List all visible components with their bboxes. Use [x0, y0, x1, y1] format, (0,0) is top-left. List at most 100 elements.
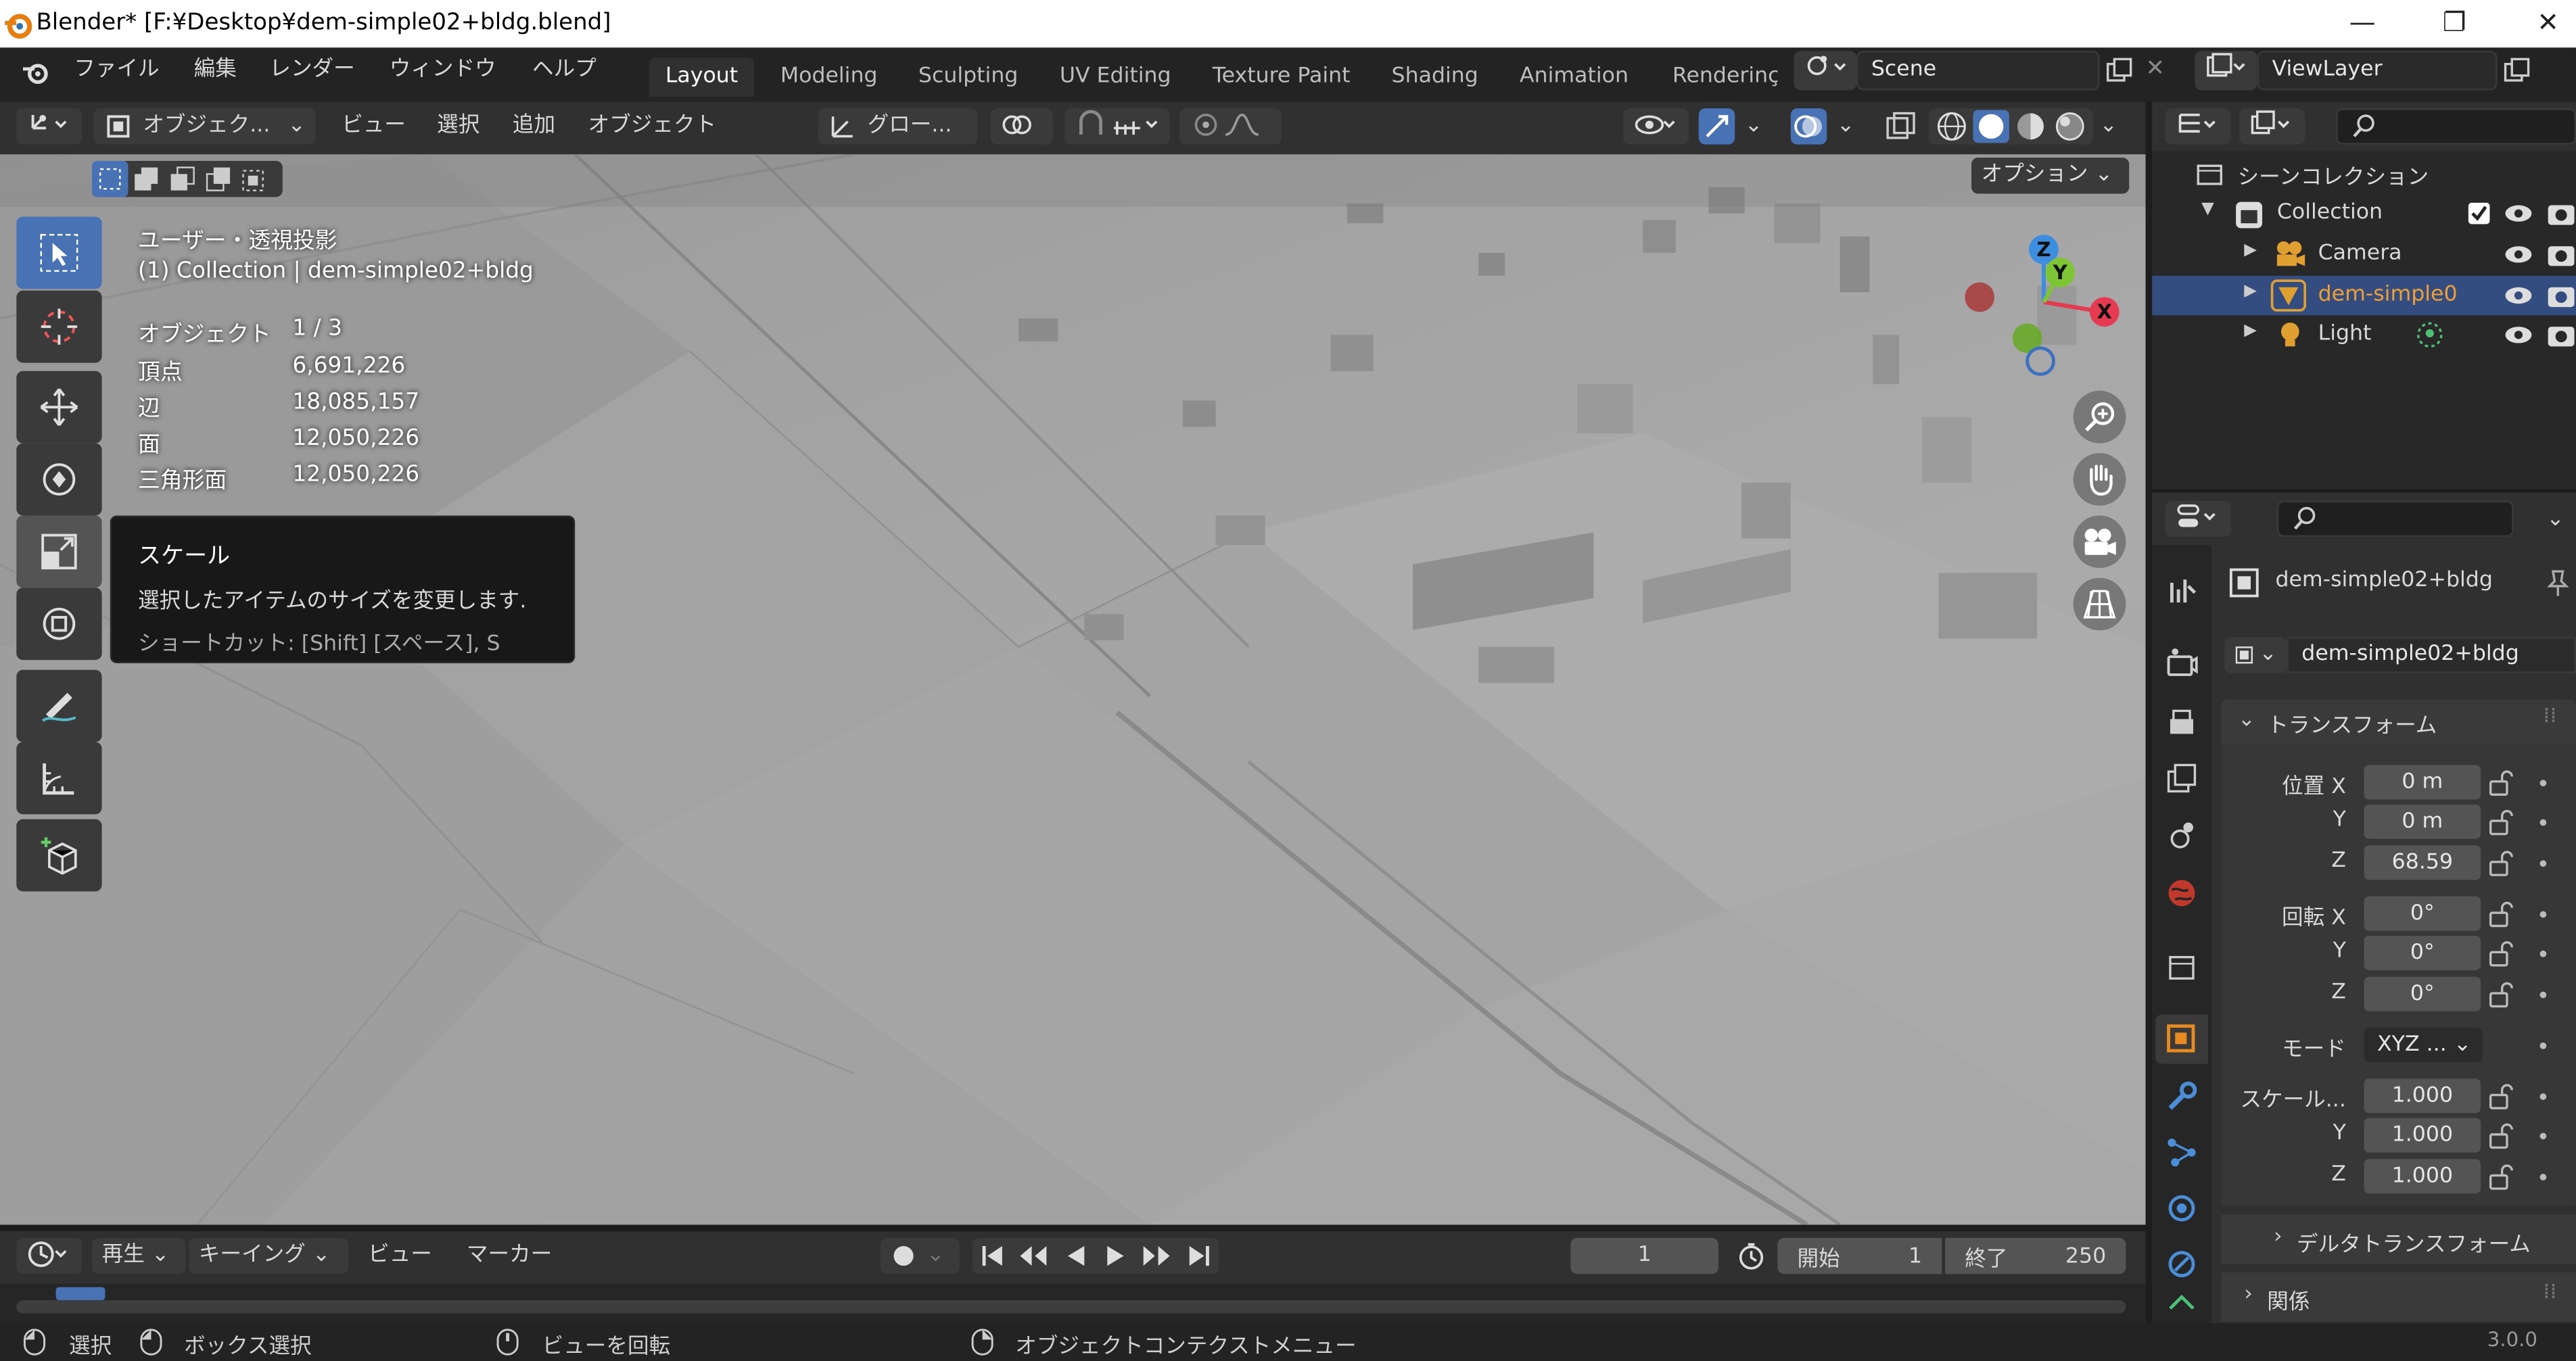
tab-rendering[interactable]: Renderinç: [1656, 57, 1777, 97]
camera-view-button[interactable]: [2073, 515, 2126, 569]
gizmo-toggle-button[interactable]: [1698, 108, 1735, 145]
current-frame-field[interactable]: 1: [1570, 1237, 1718, 1274]
end-frame-field[interactable]: 終了 250: [1945, 1237, 2126, 1274]
playback-menu[interactable]: 再生 ⌄: [92, 1237, 186, 1274]
minimize-button[interactable]: —: [2346, 7, 2379, 40]
tab-animation[interactable]: Animation: [1503, 57, 1645, 97]
next-keyframe-icon[interactable]: [1142, 1243, 1172, 1269]
jump-end-icon[interactable]: [1186, 1243, 1212, 1269]
scene-selector-button[interactable]: [1794, 51, 1856, 91]
xray-toggle-button[interactable]: [1883, 108, 1919, 144]
scale-z-field[interactable]: 1.000: [2364, 1159, 2481, 1194]
location-x-field[interactable]: 0 m: [2364, 765, 2481, 800]
menu-add[interactable]: 追加: [513, 108, 555, 144]
tab-tool[interactable]: [2159, 568, 2205, 614]
stopwatch-icon[interactable]: [1737, 1241, 1766, 1271]
object-browse-dropdown[interactable]: ⌄: [2224, 637, 2287, 673]
select-extend-icon[interactable]: [128, 166, 164, 192]
tab-data[interactable]: [2159, 1293, 2205, 1323]
close-button[interactable]: ✕: [2531, 7, 2565, 40]
outliner-item-light[interactable]: ▶ Light: [2152, 315, 2576, 354]
drag-handle-icon[interactable]: ⁞⁞: [2543, 1281, 2556, 1305]
menu-object[interactable]: オブジェクト: [588, 108, 717, 144]
keying-menu[interactable]: キーイング ⌄: [189, 1237, 348, 1274]
render-camera-icon[interactable]: [2546, 200, 2576, 226]
select-invert-icon[interactable]: [200, 166, 236, 192]
tab-object-active[interactable]: [2155, 1014, 2208, 1064]
marker-menu[interactable]: マーカー: [467, 1238, 552, 1274]
auto-keying-button[interactable]: ⌄: [881, 1237, 960, 1274]
tab-particles[interactable]: [2159, 1130, 2205, 1176]
gizmo-neg-x-axis[interactable]: [1965, 282, 1995, 312]
menu-file[interactable]: ファイル: [64, 53, 170, 89]
new-scene-icon[interactable]: [2105, 56, 2134, 86]
outliner-item-camera[interactable]: ▶ Camera: [2152, 235, 2576, 274]
menu-help[interactable]: ヘルプ: [522, 53, 606, 89]
add-cube-tool[interactable]: [16, 819, 102, 892]
scale-y-lock-icon[interactable]: [2487, 1123, 2517, 1149]
wireframe-shading-icon[interactable]: [1934, 110, 1969, 143]
rotation-y-lock-icon[interactable]: [2487, 940, 2517, 967]
gizmo-neg-z-axis[interactable]: [2025, 346, 2055, 377]
tab-modeling[interactable]: Modeling: [764, 57, 894, 97]
outliner-collection-row[interactable]: ▼ Collection: [2152, 195, 2576, 235]
eye-icon[interactable]: [2504, 243, 2533, 266]
tab-layout[interactable]: Layout: [649, 57, 755, 97]
scale-x-keyframe-dot[interactable]: [2539, 1093, 2547, 1100]
outliner-item-dem-mesh[interactable]: ▶ dem-simple0: [2152, 275, 2576, 316]
play-icon[interactable]: [1102, 1243, 1129, 1269]
timeline-scrollbar[interactable]: [16, 1300, 2126, 1314]
maximize-button[interactable]: ❐: [2438, 7, 2471, 40]
viewlayer-name-field[interactable]: ViewLayer: [2257, 51, 2498, 91]
snap-button[interactable]: [1064, 108, 1170, 145]
navigation-gizmo[interactable]: Z Y X: [1955, 230, 2129, 384]
render-camera-icon[interactable]: [2546, 322, 2576, 348]
properties-editor-type[interactable]: [2165, 500, 2231, 538]
tab-collection[interactable]: [2159, 944, 2205, 990]
tab-output[interactable]: [2159, 699, 2205, 745]
rotation-x-lock-icon[interactable]: [2487, 901, 2517, 928]
properties-options-dropdown[interactable]: ⌄: [2546, 502, 2564, 538]
select-subtract-icon[interactable]: [164, 166, 200, 192]
tab-constraints[interactable]: [2159, 1241, 2205, 1287]
tab-render[interactable]: [2159, 640, 2205, 686]
shading-dropdown[interactable]: ⌄: [2100, 108, 2117, 144]
play-reverse-icon[interactable]: [1062, 1243, 1089, 1269]
eye-icon[interactable]: [2504, 284, 2533, 307]
menu-window[interactable]: ウィンドウ: [379, 53, 506, 89]
overlay-toggle-button[interactable]: [1790, 108, 1827, 145]
prev-keyframe-icon[interactable]: [1019, 1243, 1049, 1269]
location-y-keyframe-dot[interactable]: [2539, 819, 2547, 826]
move-tool[interactable]: [16, 371, 102, 444]
proportional-edit-button[interactable]: [1179, 108, 1282, 145]
viewlayer-selector-button[interactable]: [2195, 51, 2257, 91]
expand-arrow-icon[interactable]: ▶: [2244, 241, 2257, 260]
pivot-point-dropdown[interactable]: [990, 108, 1054, 145]
solid-shading-button[interactable]: [1973, 110, 2009, 143]
relations-panel[interactable]: › 関係 ⁞⁞: [2221, 1272, 2576, 1322]
location-y-field[interactable]: 0 m: [2364, 804, 2481, 839]
rotate-tool[interactable]: [16, 443, 102, 516]
mode-dropdown[interactable]: オブジェク... ⌄: [93, 108, 316, 145]
select-new-button[interactable]: [92, 160, 128, 197]
tab-scene[interactable]: [2159, 813, 2205, 859]
select-intersect-icon[interactable]: [237, 166, 273, 192]
measure-tool[interactable]: [16, 742, 102, 815]
delta-transform-panel[interactable]: › デルタトランスフォーム: [2221, 1214, 2576, 1264]
object-name-field[interactable]: dem-simple02+bldg: [2287, 637, 2576, 673]
scale-x-lock-icon[interactable]: [2487, 1084, 2517, 1110]
rotation-x-keyframe-dot[interactable]: [2539, 911, 2547, 918]
expand-arrow-icon[interactable]: ▶: [2244, 283, 2257, 301]
menu-edit[interactable]: 編集: [184, 53, 246, 89]
rotation-z-field[interactable]: 0°: [2364, 976, 2481, 1011]
rotation-z-lock-icon[interactable]: [2487, 982, 2517, 1008]
eye-icon[interactable]: [2504, 202, 2533, 225]
overlay-dropdown[interactable]: ⌄: [1837, 108, 1854, 144]
render-camera-icon[interactable]: [2546, 241, 2576, 268]
timeline-editor-type[interactable]: [16, 1237, 83, 1274]
cursor-tool[interactable]: [16, 290, 102, 363]
timeline-view-menu[interactable]: ビュー: [368, 1238, 432, 1274]
start-frame-field[interactable]: 開始 1: [1777, 1237, 1942, 1274]
tab-modifiers[interactable]: [2159, 1074, 2205, 1120]
rotation-mode-keyframe-dot[interactable]: [2539, 1042, 2547, 1049]
